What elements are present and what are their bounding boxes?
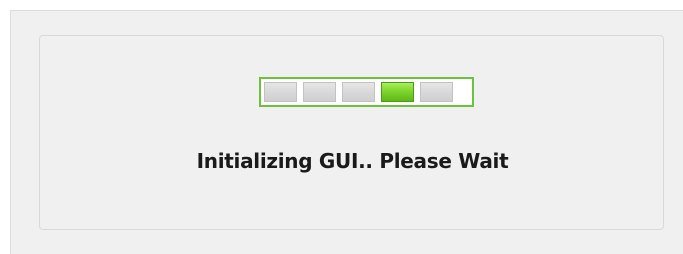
- progress-segment: [264, 82, 297, 102]
- loading-panel: Initializing GUI.. Please Wait: [39, 35, 664, 230]
- busy-progress-indicator: [259, 77, 474, 107]
- loading-window: Initializing GUI.. Please Wait: [10, 10, 683, 254]
- progress-segment-active: [381, 82, 414, 102]
- progress-segment: [342, 82, 375, 102]
- progress-segment: [303, 82, 336, 102]
- status-message: Initializing GUI.. Please Wait: [196, 149, 509, 173]
- progress-segment: [420, 82, 453, 102]
